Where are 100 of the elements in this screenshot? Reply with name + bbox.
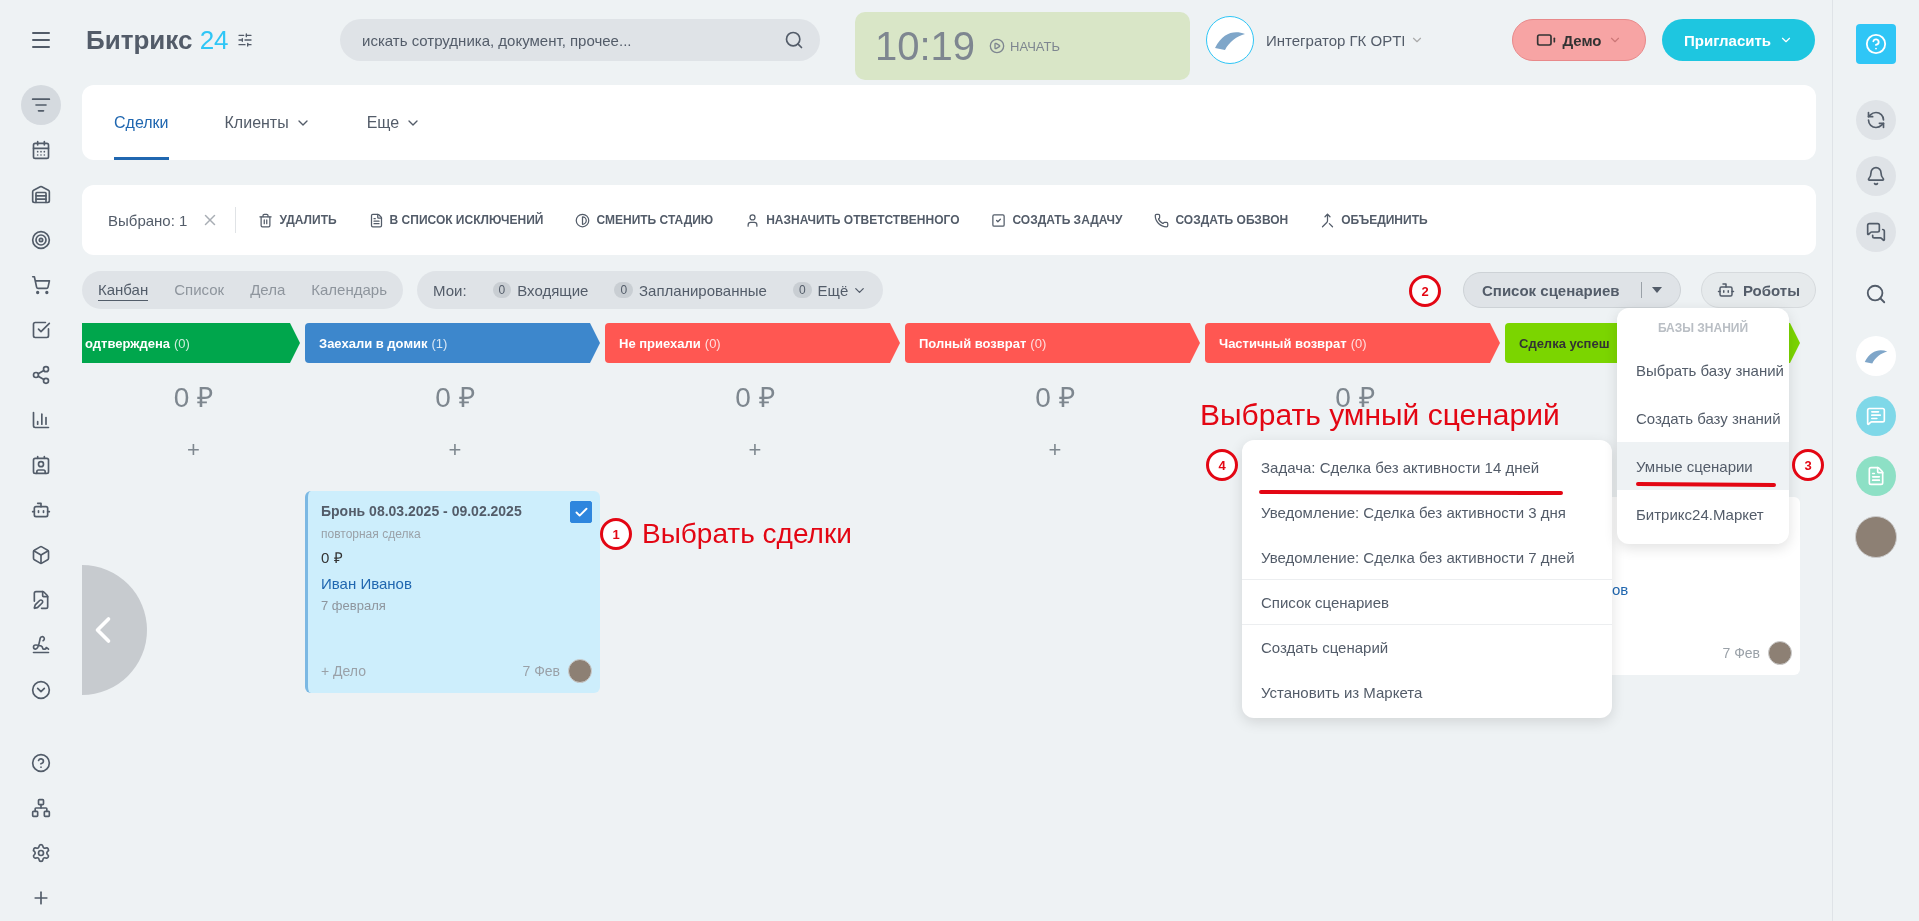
- cart-icon[interactable]: [31, 275, 51, 295]
- robots-button[interactable]: Роботы: [1701, 272, 1816, 308]
- document-edit-icon[interactable]: [31, 590, 51, 610]
- add-button[interactable]: +: [448, 437, 462, 463]
- step-marker: 4: [1206, 449, 1238, 481]
- stage-header: Заехали в домик (1): [305, 323, 600, 363]
- stage-sum: 0 ₽: [173, 381, 214, 415]
- nav-tab[interactable]: Еще: [366, 85, 400, 160]
- counter-filter[interactable]: 0 Входящие: [492, 281, 589, 299]
- help-icon[interactable]: [31, 753, 51, 773]
- company-logo-button[interactable]: [1856, 336, 1896, 376]
- menu-item[interactable]: Задача: Сделка без активности 14 дней: [1242, 444, 1612, 489]
- warehouse-icon[interactable]: [31, 185, 51, 205]
- avatar-icon: [1768, 641, 1792, 665]
- contact-link[interactable]: ов: [1612, 581, 1629, 598]
- half-circle-icon: [575, 212, 591, 228]
- document-icon: [1866, 466, 1886, 486]
- company-logo-button[interactable]: [1206, 16, 1254, 64]
- add-button[interactable]: +: [1048, 437, 1062, 463]
- contact-link[interactable]: Иван Иванов: [321, 575, 412, 592]
- stage-header: Полный возврат (0): [905, 323, 1200, 363]
- merge-icon: [1320, 212, 1336, 228]
- step-marker: 3: [1792, 449, 1824, 481]
- deal-price: 0 ₽: [321, 548, 343, 567]
- stage-sum: 0 ₽: [435, 381, 475, 415]
- stage-header: Частичный возврат (0): [1205, 323, 1500, 363]
- action-button[interactable]: НАЗНАЧИТЬ ОТВЕТСТВЕННОГО: [745, 212, 960, 228]
- bell-icon: [1866, 166, 1886, 186]
- stage-header: Не приехали (0): [605, 323, 900, 363]
- stage-sum: 0 ₽: [735, 381, 775, 415]
- scenario-list-button[interactable]: Список сценариев: [1463, 272, 1681, 308]
- search-icon[interactable]: [1865, 283, 1887, 305]
- user-avatar[interactable]: [1855, 516, 1897, 558]
- deal-date: 7 февраля: [321, 598, 386, 613]
- robot-icon: [1717, 281, 1735, 299]
- deal-short-date: 7 Фев: [1722, 645, 1760, 661]
- checkbox[interactable]: [570, 501, 592, 523]
- more-icon[interactable]: [31, 680, 51, 700]
- deal-short-date: 7 Фев: [522, 663, 560, 679]
- selected-count: Выбрано: 1: [108, 211, 188, 229]
- share-icon[interactable]: [31, 365, 51, 385]
- action-button[interactable]: СОЗДАТЬ ЗАДАЧУ: [991, 212, 1123, 228]
- action-button[interactable]: СОЗДАТЬ ОБЗВОН: [1154, 212, 1289, 228]
- caret-icon: [1652, 287, 1662, 293]
- refresh-icon: [1866, 110, 1886, 130]
- action-button[interactable]: ОБЪЕДИНИТЬ: [1320, 212, 1428, 228]
- settings-icon[interactable]: [31, 843, 51, 863]
- search-field[interactable]: искать сотрудника, документ, прочее...: [360, 30, 764, 50]
- stage-sum: 0 ₽: [1035, 381, 1075, 415]
- box-icon[interactable]: [31, 545, 51, 565]
- step-marker: 1: [600, 518, 632, 550]
- counter-filter[interactable]: 0 Запланированные: [614, 281, 767, 299]
- step-marker: 2: [1409, 275, 1441, 307]
- deal-card[interactable]: Бронь 08.03.2025 - 09.02.2025 повторная сделка 0 ₽ Иван Иванов 7 февраля + Дело 7 Фев: [305, 491, 600, 693]
- network-icon[interactable]: [31, 798, 51, 818]
- counter-filter[interactable]: 0 Ещё: [792, 281, 849, 299]
- menu-item[interactable]: Создать сценарий: [1242, 624, 1612, 669]
- nav-tab[interactable]: Сделки: [114, 85, 169, 160]
- stage-header: одтверждена (0): [82, 323, 300, 363]
- robot-icon[interactable]: [31, 500, 51, 520]
- menu-item[interactable]: Создать базу знаний: [1617, 394, 1789, 442]
- refresh-button[interactable]: [1856, 100, 1896, 140]
- logo-text: Битрикс 24: [86, 24, 229, 56]
- filter-button[interactable]: [21, 85, 61, 125]
- play-icon: [989, 38, 1006, 54]
- view-tab[interactable]: Канбан: [98, 279, 149, 301]
- add-button[interactable]: +: [748, 437, 762, 463]
- clock-time: 10:19: [875, 23, 976, 69]
- person-icon: [745, 212, 761, 228]
- annotation-text: Выбрать сделки: [642, 518, 852, 550]
- chat-button[interactable]: [1856, 212, 1896, 252]
- deal-subtitle: повторная сделка: [321, 527, 421, 541]
- demo-button[interactable]: Демо: [1512, 19, 1646, 61]
- filter-icon: [31, 95, 51, 115]
- notifications-button[interactable]: [1856, 156, 1896, 196]
- menu-item[interactable]: Список сценариев: [1242, 579, 1612, 624]
- nav-tab[interactable]: Клиенты: [224, 85, 289, 160]
- settings-icon[interactable]: [236, 32, 253, 48]
- target-icon[interactable]: [31, 230, 51, 250]
- phone-icon: [1154, 212, 1170, 228]
- add-button[interactable]: +: [187, 437, 200, 463]
- contact-card-icon[interactable]: [31, 455, 51, 475]
- action-button[interactable]: СМЕНИТЬ СТАДИЮ: [575, 212, 714, 228]
- signature-icon[interactable]: [31, 635, 51, 655]
- calendar-icon[interactable]: [31, 140, 51, 160]
- chat-icon: [1866, 406, 1886, 426]
- action-button[interactable]: В СПИСОК ИСКЛЮЧЕНИЙ: [368, 212, 544, 228]
- checkbox-icon: [991, 212, 1007, 228]
- help-icon: [1865, 33, 1887, 55]
- chart-icon[interactable]: [31, 410, 51, 430]
- search-icon[interactable]: [784, 30, 804, 50]
- menu-item[interactable]: Умные сценарии: [1617, 442, 1789, 490]
- checkbox-icon[interactable]: [31, 320, 51, 340]
- counters-label: Мои:: [433, 281, 467, 299]
- action-button[interactable]: УДАЛИТЬ: [258, 212, 337, 228]
- avatar-icon: [568, 659, 592, 683]
- company-menu[interactable]: Интегратор ГК OPTI: [1266, 31, 1496, 49]
- chat-icon: [1866, 222, 1886, 242]
- search-bar[interactable]: искать сотрудника, документ, прочее...: [340, 19, 820, 61]
- document-icon: [368, 212, 384, 228]
